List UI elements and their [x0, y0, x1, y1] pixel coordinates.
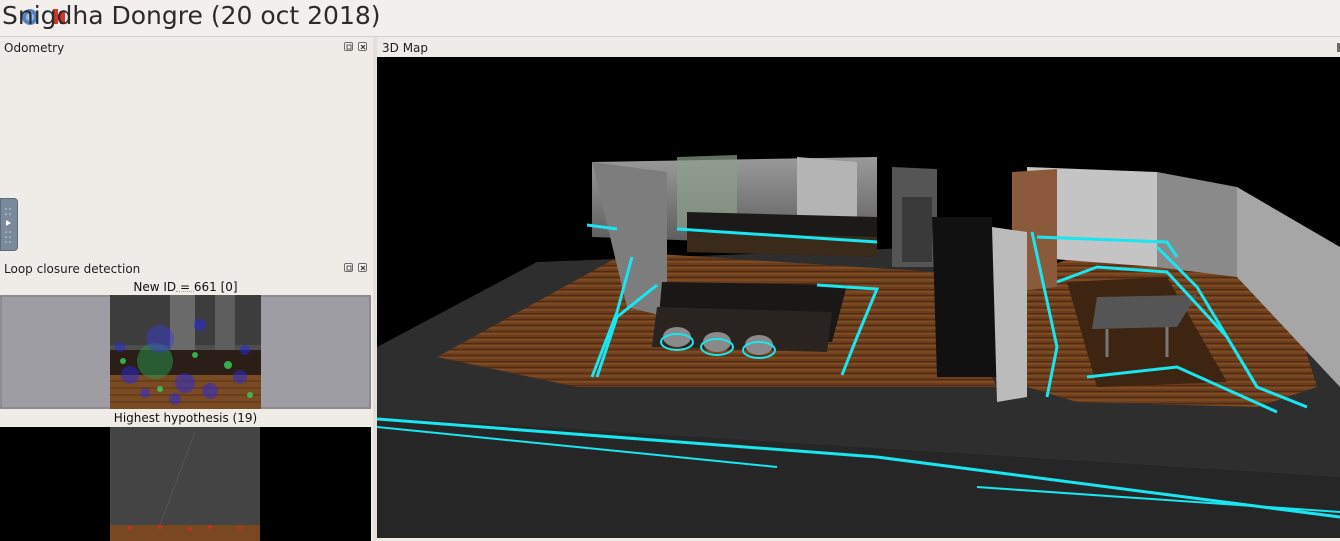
new-id-image [0, 295, 371, 409]
map3d-view[interactable] [377, 57, 1340, 538]
odometry-view-handle[interactable] [0, 198, 18, 251]
float-icon [346, 44, 352, 50]
odometry-float-button[interactable] [344, 42, 353, 51]
new-id-camera-frame [0, 295, 371, 409]
left-dock-area: Odometry Loop closure detection New ID =… [0, 37, 374, 541]
hypothesis-camera-frame [0, 427, 371, 541]
float-icon [346, 265, 352, 271]
point-cloud-render [377, 57, 1340, 538]
title-bar: Snigdha Dongre (20 oct 2018) [0, 0, 1340, 37]
loop-closure-panel-title: Loop closure detection [4, 262, 141, 276]
hypothesis-image [0, 427, 371, 541]
rtabmap-window: Snigdha Dongre (20 oct 2018) Odometry Lo… [0, 0, 1340, 541]
new-id-caption: New ID = 661 [0] [133, 280, 238, 294]
odometry-close-button[interactable] [358, 42, 367, 51]
close-icon [360, 265, 366, 271]
loop-closure-close-button[interactable] [358, 263, 367, 272]
highest-hypothesis-caption: Highest hypothesis (19) [113, 411, 258, 425]
close-icon [360, 44, 366, 50]
odometry-panel-title: Odometry [4, 41, 65, 55]
loop-closure-float-button[interactable] [344, 263, 353, 272]
window-title: Snigdha Dongre (20 oct 2018) [2, 1, 381, 30]
map3d-panel-title: 3D Map [382, 41, 429, 55]
expand-arrow-icon [5, 208, 11, 243]
